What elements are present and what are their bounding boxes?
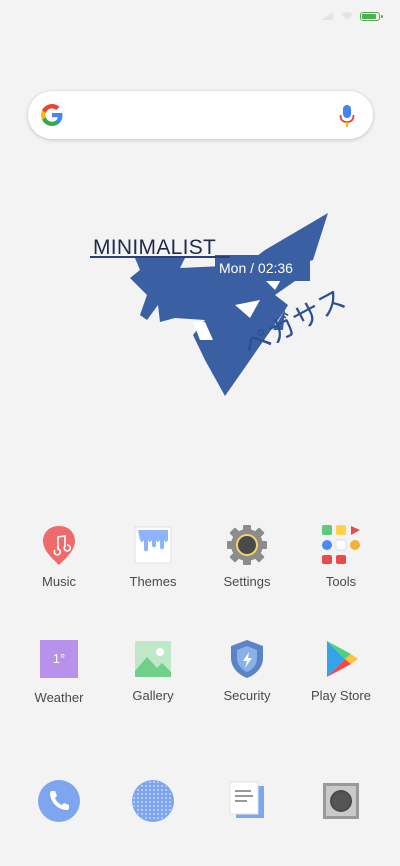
music-icon bbox=[38, 524, 80, 566]
weather-badge: 1° bbox=[40, 640, 78, 678]
themes-icon bbox=[132, 524, 174, 566]
minimalist-clock-widget[interactable]: MINIMALIST Mon / 02:36 ペガサス bbox=[85, 210, 351, 405]
app-tools-folder[interactable]: Tools bbox=[294, 524, 388, 589]
status-bar bbox=[0, 0, 400, 34]
app-label: Gallery bbox=[132, 688, 174, 703]
google-search-bar[interactable] bbox=[28, 91, 373, 139]
widget-title: MINIMALIST bbox=[93, 236, 217, 259]
signal-icon bbox=[321, 12, 333, 20]
weather-icon: 1° bbox=[38, 640, 80, 682]
widget-clock: Mon / 02:36 bbox=[219, 260, 293, 276]
phone-icon bbox=[38, 780, 80, 822]
dock bbox=[0, 780, 400, 830]
status-icons bbox=[320, 11, 383, 21]
settings-icon bbox=[226, 524, 268, 566]
app-security[interactable]: Security bbox=[200, 638, 294, 703]
tools-folder-icon bbox=[320, 524, 362, 566]
app-settings[interactable]: Settings bbox=[200, 524, 294, 589]
app-label: Tools bbox=[325, 574, 357, 589]
app-label: Music bbox=[42, 574, 76, 589]
app-label: Weather bbox=[34, 690, 84, 705]
app-label: Themes bbox=[129, 574, 177, 589]
app-label: Settings bbox=[223, 574, 271, 589]
dock-camera[interactable] bbox=[294, 780, 388, 822]
gallery-icon bbox=[132, 638, 174, 680]
messages-icon bbox=[226, 780, 268, 822]
play-store-icon bbox=[320, 638, 362, 680]
browser-icon bbox=[132, 780, 174, 822]
dock-phone[interactable] bbox=[12, 780, 106, 822]
dock-messages[interactable] bbox=[200, 780, 294, 822]
app-weather[interactable]: 1° Weather bbox=[12, 638, 106, 705]
dock-browser[interactable] bbox=[106, 780, 200, 822]
app-music[interactable]: Music bbox=[12, 524, 106, 589]
app-gallery[interactable]: Gallery bbox=[106, 638, 200, 703]
app-themes[interactable]: Themes bbox=[106, 524, 200, 589]
wifi-icon bbox=[341, 12, 353, 20]
app-play-store[interactable]: Play Store bbox=[294, 638, 388, 703]
app-label: Play Store bbox=[311, 688, 371, 703]
voice-search-icon[interactable] bbox=[339, 104, 355, 128]
battery-icon bbox=[360, 11, 383, 21]
app-label: Security bbox=[223, 688, 271, 703]
camera-icon bbox=[320, 780, 362, 822]
google-logo-icon bbox=[41, 104, 63, 126]
security-icon bbox=[226, 638, 268, 680]
